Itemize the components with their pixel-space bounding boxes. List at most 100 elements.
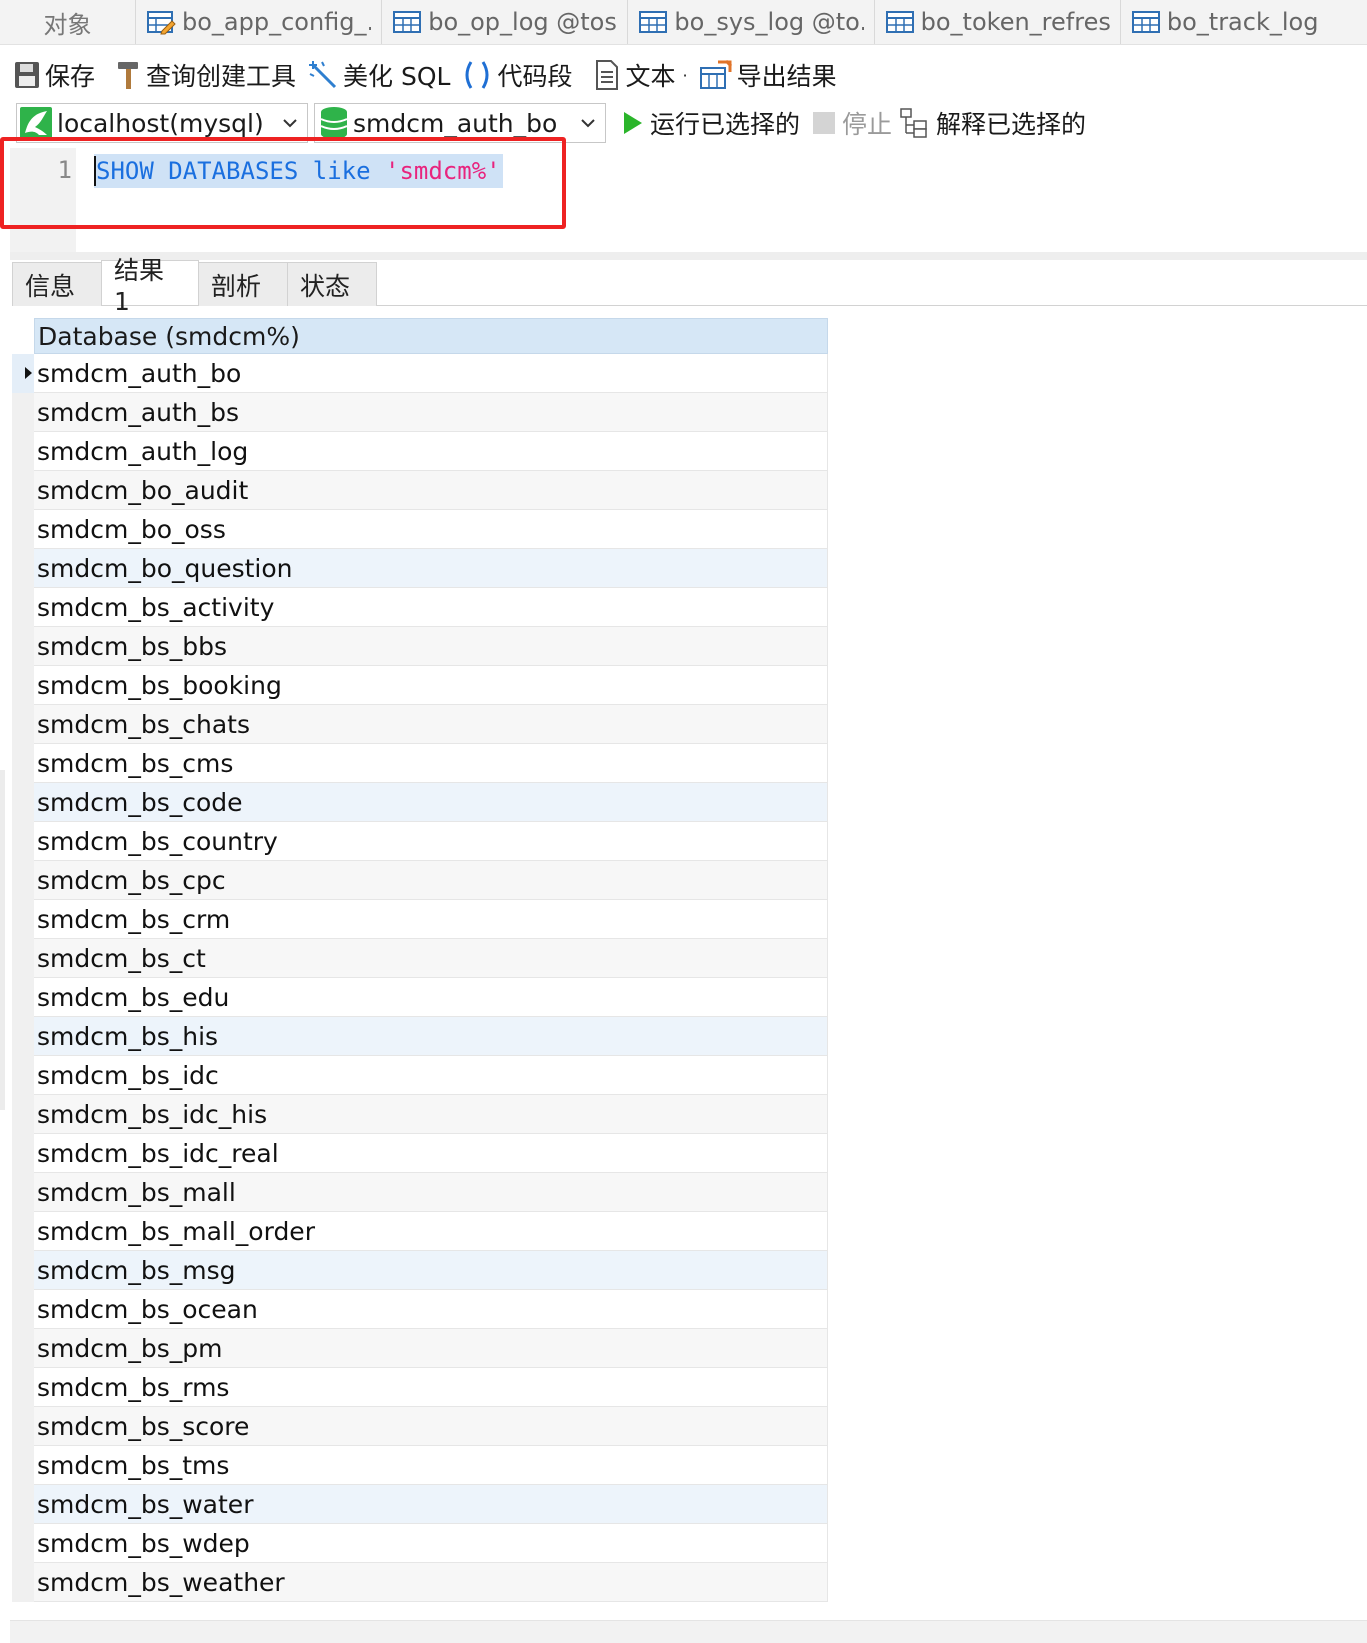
table-row[interactable]: smdcm_bs_activity <box>12 588 828 627</box>
row-indicator[interactable] <box>12 1368 34 1407</box>
table-cell[interactable]: smdcm_auth_bo <box>34 354 828 393</box>
table-row[interactable]: smdcm_bs_tms <box>12 1446 828 1485</box>
table-cell[interactable]: smdcm_bs_rms <box>34 1368 828 1407</box>
table-row[interactable]: smdcm_bs_crm <box>12 900 828 939</box>
table-row[interactable]: smdcm_bs_wdep <box>12 1524 828 1563</box>
tab-bo-track-log[interactable]: bo_track_log <box>1121 0 1367 44</box>
table-cell[interactable]: smdcm_bs_idc <box>34 1056 828 1095</box>
table-row[interactable]: smdcm_bs_msg <box>12 1251 828 1290</box>
table-cell[interactable]: smdcm_bs_idc_his <box>34 1095 828 1134</box>
table-cell[interactable]: smdcm_bs_ct <box>34 939 828 978</box>
table-cell[interactable]: smdcm_bs_water <box>34 1485 828 1524</box>
table-cell[interactable]: smdcm_bs_wdep <box>34 1524 828 1563</box>
table-cell[interactable]: smdcm_bs_weather <box>34 1563 828 1602</box>
code-snippet-button[interactable]: 代码段 <box>462 57 572 93</box>
row-indicator[interactable] <box>12 1329 34 1368</box>
row-indicator[interactable] <box>12 471 34 510</box>
table-row[interactable]: smdcm_bs_booking <box>12 666 828 705</box>
table-cell[interactable]: smdcm_bs_score <box>34 1407 828 1446</box>
row-indicator[interactable] <box>12 1056 34 1095</box>
table-row[interactable]: smdcm_bs_idc <box>12 1056 828 1095</box>
row-indicator[interactable] <box>12 1173 34 1212</box>
table-row[interactable]: smdcm_bs_ocean <box>12 1290 828 1329</box>
row-indicator[interactable] <box>12 510 34 549</box>
table-cell[interactable]: smdcm_bs_his <box>34 1017 828 1056</box>
row-indicator[interactable] <box>12 861 34 900</box>
row-indicator[interactable] <box>12 432 34 471</box>
table-row[interactable]: smdcm_bs_bbs <box>12 627 828 666</box>
table-row[interactable]: smdcm_bs_weather <box>12 1563 828 1602</box>
table-row[interactable]: smdcm_bs_mall_order <box>12 1212 828 1251</box>
tab-profile[interactable]: 剖析 <box>198 262 288 306</box>
row-indicator[interactable] <box>12 1290 34 1329</box>
table-cell[interactable]: smdcm_bs_mall_order <box>34 1212 828 1251</box>
row-indicator[interactable] <box>12 1407 34 1446</box>
row-indicator[interactable] <box>12 1134 34 1173</box>
run-selected-button[interactable]: 运行已选择的 <box>622 105 800 141</box>
table-row[interactable]: smdcm_bo_question <box>12 549 828 588</box>
table-row[interactable]: smdcm_auth_bo <box>12 354 828 393</box>
stop-button[interactable]: 停止 <box>812 105 892 141</box>
table-row[interactable]: smdcm_auth_log <box>12 432 828 471</box>
table-row[interactable]: smdcm_bs_idc_real <box>12 1134 828 1173</box>
table-row[interactable]: smdcm_bs_pm <box>12 1329 828 1368</box>
row-indicator[interactable] <box>12 978 34 1017</box>
table-cell[interactable]: smdcm_bs_ocean <box>34 1290 828 1329</box>
table-row[interactable]: smdcm_bs_chats <box>12 705 828 744</box>
row-indicator[interactable] <box>12 1251 34 1290</box>
table-row[interactable]: smdcm_bs_edu <box>12 978 828 1017</box>
export-results-button[interactable]: 导出结果 <box>699 57 837 93</box>
row-indicator[interactable] <box>12 1524 34 1563</box>
tab-status[interactable]: 状态 <box>287 262 377 306</box>
table-cell[interactable]: smdcm_bo_audit <box>34 471 828 510</box>
row-indicator[interactable] <box>12 666 34 705</box>
row-indicator[interactable] <box>12 1095 34 1134</box>
beautify-sql-button[interactable]: 美化 SQL <box>308 57 450 93</box>
table-row[interactable]: smdcm_bs_water <box>12 1485 828 1524</box>
table-cell[interactable]: smdcm_bs_cpc <box>34 861 828 900</box>
tab-bo-app-config[interactable]: bo_app_config_... <box>136 0 383 44</box>
row-indicator[interactable] <box>12 627 34 666</box>
table-cell[interactable]: smdcm_bs_crm <box>34 900 828 939</box>
row-indicator[interactable] <box>12 783 34 822</box>
row-indicator[interactable] <box>12 1212 34 1251</box>
row-indicator[interactable] <box>12 393 34 432</box>
table-row[interactable]: smdcm_bs_cpc <box>12 861 828 900</box>
row-indicator[interactable] <box>12 1017 34 1056</box>
tab-info[interactable]: 信息 <box>12 262 102 306</box>
table-row[interactable]: smdcm_bs_idc_his <box>12 1095 828 1134</box>
table-row[interactable]: smdcm_bo_oss <box>12 510 828 549</box>
table-row[interactable]: smdcm_bs_score <box>12 1407 828 1446</box>
table-row[interactable]: smdcm_bs_mall <box>12 1173 828 1212</box>
row-indicator[interactable] <box>12 1446 34 1485</box>
tab-bo-token-refresh[interactable]: bo_token_refres... <box>875 0 1121 44</box>
table-row[interactable]: smdcm_auth_bs <box>12 393 828 432</box>
table-row[interactable]: smdcm_bs_cms <box>12 744 828 783</box>
row-indicator[interactable] <box>12 549 34 588</box>
table-cell[interactable]: smdcm_bs_tms <box>34 1446 828 1485</box>
table-cell[interactable]: smdcm_auth_bs <box>34 393 828 432</box>
row-indicator[interactable] <box>12 900 34 939</box>
row-indicator[interactable] <box>12 1485 34 1524</box>
table-cell[interactable]: smdcm_bs_bbs <box>34 627 828 666</box>
table-cell[interactable]: smdcm_bs_cms <box>34 744 828 783</box>
table-row[interactable]: smdcm_bs_rms <box>12 1368 828 1407</box>
tab-objects[interactable]: 对象 <box>0 0 136 44</box>
table-cell[interactable]: smdcm_bo_question <box>34 549 828 588</box>
table-row[interactable]: smdcm_bs_code <box>12 783 828 822</box>
row-indicator[interactable] <box>12 588 34 627</box>
explain-selected-button[interactable]: 解释已选择的 <box>900 105 1086 141</box>
table-cell[interactable]: smdcm_bs_chats <box>34 705 828 744</box>
query-builder-button[interactable]: 查询创建工具 <box>115 57 296 93</box>
text-mode-button[interactable]: 文本 · <box>594 57 688 93</box>
table-row[interactable]: smdcm_bo_audit <box>12 471 828 510</box>
table-cell[interactable]: smdcm_bs_code <box>34 783 828 822</box>
column-header[interactable]: Database (smdcm%) <box>34 318 828 354</box>
table-row[interactable]: smdcm_bs_his <box>12 1017 828 1056</box>
row-indicator[interactable] <box>12 705 34 744</box>
save-button[interactable]: 保存 <box>14 57 95 93</box>
row-indicator[interactable] <box>12 744 34 783</box>
tab-bo-sys-log[interactable]: bo_sys_log @to... <box>628 0 875 44</box>
row-indicator[interactable] <box>12 354 34 393</box>
table-cell[interactable]: smdcm_bs_activity <box>34 588 828 627</box>
